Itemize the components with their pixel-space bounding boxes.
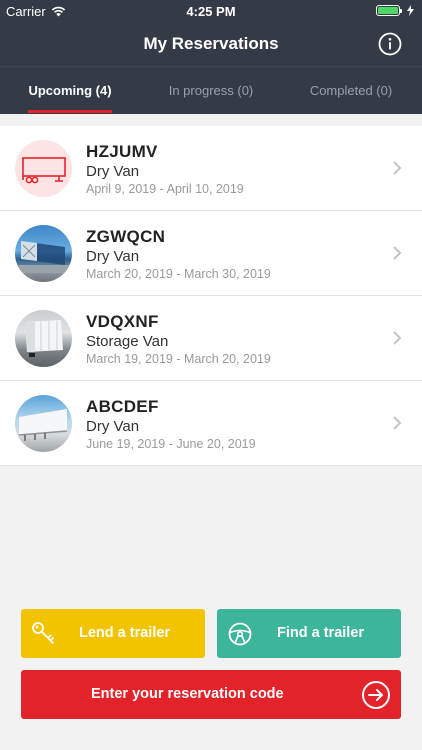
charging-icon xyxy=(407,5,414,16)
reservation-code-button[interactable]: Enter your reservation code xyxy=(21,670,401,719)
chevron-right-icon xyxy=(393,416,402,430)
trailer-photo xyxy=(15,395,72,452)
find-trailer-label: Find a trailer xyxy=(277,625,365,641)
reservation-tabs: Upcoming (4) In progress (0) Completed (… xyxy=(0,66,422,114)
trailer-type: Storage Van xyxy=(86,333,169,350)
reservation-list: HZJUMV Dry Van April 9, 2019 - April 10,… xyxy=(0,126,422,466)
tab-completed[interactable]: Completed (0) xyxy=(281,83,421,98)
chevron-right-icon xyxy=(393,331,402,345)
status-bar: Carrier 4:25 PM xyxy=(0,0,422,22)
trailer-type: Dry Van xyxy=(86,418,140,435)
trailer-photo xyxy=(15,310,72,367)
reservation-dates: March 20, 2019 - March 30, 2019 xyxy=(86,267,271,281)
reservation-dates: June 19, 2019 - June 20, 2019 xyxy=(86,437,256,451)
clock: 4:25 PM xyxy=(186,4,236,19)
page-title: My Reservations xyxy=(143,34,279,53)
nav-header: My Reservations xyxy=(0,22,422,66)
reservation-row[interactable]: ABCDEF Dry Van June 19, 2019 - June 20, … xyxy=(0,381,422,466)
reservation-row[interactable]: HZJUMV Dry Van April 9, 2019 - April 10,… xyxy=(0,126,422,211)
trailer-type: Dry Van xyxy=(86,163,140,180)
find-trailer-button[interactable]: Find a trailer xyxy=(217,609,401,658)
steering-wheel-icon xyxy=(228,622,252,646)
trailer-photo xyxy=(15,225,72,282)
reservation-row[interactable]: ZGWQCN Dry Van March 20, 2019 - March 30… xyxy=(0,211,422,296)
status-right xyxy=(376,5,414,16)
active-tab-indicator xyxy=(28,110,112,113)
reservation-code: ABCDEF xyxy=(86,397,159,416)
reservation-dates: April 9, 2019 - April 10, 2019 xyxy=(86,182,244,196)
battery-icon xyxy=(376,5,402,16)
reservation-code: HZJUMV xyxy=(86,142,158,161)
reservation-row[interactable]: VDQXNF Storage Van March 19, 2019 - Marc… xyxy=(0,296,422,381)
info-icon[interactable] xyxy=(378,32,402,56)
reservation-dates: March 19, 2019 - March 20, 2019 xyxy=(86,352,271,366)
reservation-code-label: Enter your reservation code xyxy=(91,686,284,702)
trailer-icon xyxy=(15,140,72,197)
chevron-right-icon xyxy=(393,161,402,175)
lend-trailer-label: Lend a trailer xyxy=(79,625,171,641)
chevron-right-icon xyxy=(393,246,402,260)
trailer-type: Dry Van xyxy=(86,248,140,265)
reservation-code: VDQXNF xyxy=(86,312,159,331)
arrow-right-circle-icon xyxy=(362,681,390,709)
reservation-code: ZGWQCN xyxy=(86,227,166,246)
lend-trailer-button[interactable]: Lend a trailer xyxy=(21,609,205,658)
tab-in-progress[interactable]: In progress (0) xyxy=(141,83,281,98)
tab-upcoming[interactable]: Upcoming (4) xyxy=(0,83,140,98)
key-icon xyxy=(32,622,54,644)
